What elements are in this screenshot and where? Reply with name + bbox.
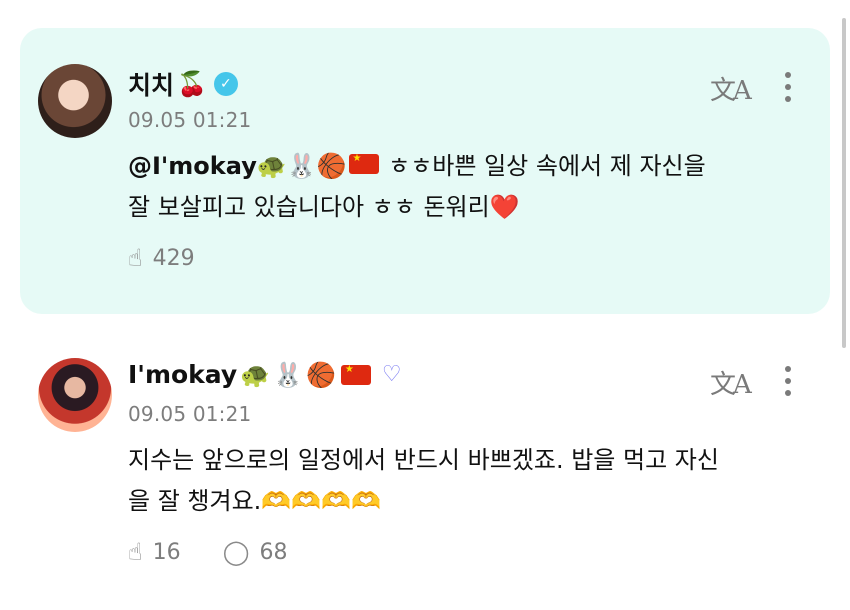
like-icon[interactable]: ☝ bbox=[128, 538, 143, 566]
translate-icon[interactable]: 文A bbox=[710, 70, 752, 107]
post-text: 지수는 앞으로의 일정에서 반드시 바쁘겠죠. 밥을 먹고 자신을 잘 챙겨요.… bbox=[128, 440, 728, 522]
rabbit-icon: 🐰 bbox=[286, 152, 317, 180]
comment-count: 68 bbox=[259, 539, 288, 565]
scrollbar[interactable] bbox=[842, 18, 846, 348]
heart-hands-icons: 🫶🫶🫶🫶 bbox=[261, 487, 381, 515]
avatar[interactable] bbox=[38, 64, 112, 138]
mention-link[interactable]: @I'mokay bbox=[128, 152, 257, 180]
translate-icon[interactable]: 文A bbox=[710, 364, 752, 401]
author-row: 치치 🍒 ✓ bbox=[128, 66, 238, 102]
turtle-icon: 🐢 bbox=[240, 360, 271, 389]
china-flag-icon bbox=[348, 154, 379, 174]
like-count: 16 bbox=[152, 539, 181, 565]
heart-icon: ❤️ bbox=[489, 193, 520, 221]
author-name[interactable]: 치치 bbox=[128, 66, 174, 102]
post-reply: I'mokay 🐢 🐰 🏀 ♡ 文A 09.05 01:21 지수는 앞으로의 … bbox=[20, 344, 830, 594]
like-count: 429 bbox=[152, 245, 195, 271]
turtle-icon: 🐢 bbox=[256, 152, 287, 180]
post-stats: ☝ 16 ◯ 68 bbox=[128, 538, 287, 566]
author-name[interactable]: I'mokay bbox=[128, 360, 237, 389]
post-stats: ☝ 429 bbox=[128, 244, 195, 272]
china-flag-icon bbox=[340, 364, 371, 385]
more-options-icon[interactable] bbox=[784, 366, 792, 396]
comment-icon[interactable]: ◯ bbox=[223, 538, 250, 566]
like-icon[interactable]: ☝ bbox=[128, 244, 143, 272]
post-text: @I'mokay🐢🐰🏀 ㅎㅎ바쁜 일상 속에서 제 자신을 잘 보살피고 있습니… bbox=[128, 146, 728, 228]
post-date: 09.05 01:21 bbox=[128, 402, 252, 426]
avatar[interactable] bbox=[38, 358, 112, 432]
author-row: I'mokay 🐢 🐰 🏀 ♡ bbox=[128, 360, 402, 389]
post-date: 09.05 01:21 bbox=[128, 108, 252, 132]
basketball-icon: 🏀 bbox=[316, 152, 347, 180]
verified-badge-icon: ✓ bbox=[213, 72, 238, 96]
post-body: 지수는 앞으로의 일정에서 반드시 바쁘겠죠. 밥을 먹고 자신을 잘 챙겨요. bbox=[128, 446, 719, 515]
cherry-icon: 🍒 bbox=[177, 70, 207, 98]
more-options-icon[interactable] bbox=[784, 72, 792, 102]
heart-badge-icon: ♡ bbox=[381, 362, 402, 387]
post-highlighted: 치치 🍒 ✓ 文A 09.05 01:21 @I'mokay🐢🐰🏀 ㅎㅎ바쁜 일… bbox=[20, 28, 830, 314]
rabbit-icon: 🐰 bbox=[273, 360, 303, 389]
basketball-icon: 🏀 bbox=[306, 360, 336, 389]
